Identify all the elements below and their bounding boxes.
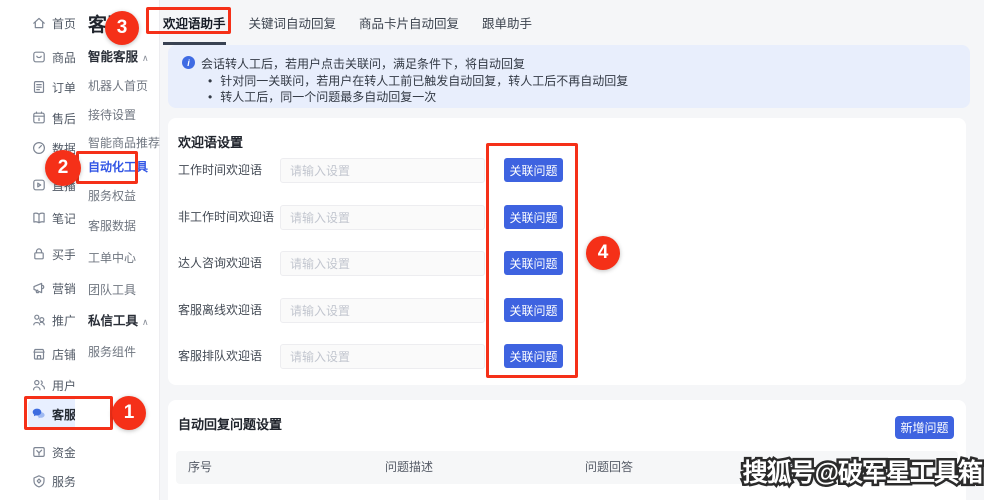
subnav-title: 客服	[88, 10, 126, 37]
subnav-item-ticket-center[interactable]: 工单中心	[88, 247, 136, 269]
sidebar-item-promotion[interactable]: 推广	[0, 307, 75, 333]
subnav-group-smart-service[interactable]: 智能客服∧	[88, 46, 149, 68]
link-question-button[interactable]: 关联问题	[504, 344, 563, 368]
column-header-index: 序号	[188, 451, 212, 484]
sidebar-item-data[interactable]: 数据	[0, 135, 75, 161]
welcome-input-offline[interactable]	[280, 298, 485, 323]
buyer-icon	[31, 246, 47, 262]
welcome-input-queue[interactable]	[280, 344, 485, 369]
sidebar-item-services[interactable]: 服务	[0, 468, 75, 494]
tab-welcome-assistant[interactable]: 欢迎语助手	[163, 0, 226, 45]
orders-icon	[31, 79, 47, 95]
info-banner: i 会话转人工后，若用户点击关联问，满足条件下，将自动回复 •针对同一关联问，若…	[168, 45, 970, 108]
bullet-glyph: •	[208, 90, 212, 104]
bullet-glyph: •	[208, 74, 212, 88]
sidebar-item-funds[interactable]: 资金	[0, 439, 75, 465]
add-question-button[interactable]: 新增问题	[895, 416, 954, 439]
section-title: 欢迎语设置	[178, 132, 243, 151]
link-question-button[interactable]: 关联问题	[504, 158, 563, 182]
welcome-input-working-hours[interactable]	[280, 158, 485, 183]
tabbar: 欢迎语助手 关键词自动回复 商品卡片自动回复 跟单助手	[163, 0, 532, 45]
watermark: 搜狐号@破军星工具箱 搜狐号@破军星工具箱	[743, 453, 982, 489]
sidebar-item-orders[interactable]: 订单	[0, 74, 75, 100]
banner-line: 会话转人工后，若用户点击关联问，满足条件下，将自动回复	[201, 55, 525, 72]
welcome-row: 客服排队欢迎语 关联问题	[168, 344, 966, 369]
home-icon	[31, 15, 47, 31]
welcome-input-nonworking-hours[interactable]	[280, 205, 485, 230]
sidebar-item-goods[interactable]: 商品	[0, 44, 75, 70]
secondary-sidebar: 客服 智能客服∧ 机器人首页 接待设置 智能商品推荐 自动化工具 服务权益 客服…	[75, 0, 160, 500]
welcome-settings-card: 欢迎语设置 工作时间欢迎语 关联问题 非工作时间欢迎语 关联问题 达人咨询欢迎语…	[168, 118, 966, 385]
link-question-button[interactable]: 关联问题	[504, 205, 563, 229]
welcome-row: 客服离线欢迎语 关联问题	[168, 298, 966, 323]
subnav-item-service-data[interactable]: 客服数据	[88, 215, 136, 237]
customer-service-admin-page: { "colors": { "accent_blue": "#3e63e0", …	[0, 0, 984, 500]
main-content: 欢迎语助手 关键词自动回复 商品卡片自动回复 跟单助手 i 会话转人工后，若用户…	[160, 0, 984, 500]
goods-icon	[31, 49, 47, 65]
subnav-item-service-rights[interactable]: 服务权益	[88, 185, 136, 207]
aftersale-icon	[31, 110, 47, 126]
notes-icon	[31, 210, 47, 226]
column-header-question: 问题描述	[385, 451, 433, 484]
link-question-button[interactable]: 关联问题	[504, 251, 563, 275]
sidebar-item-aftersale[interactable]: 售后	[0, 105, 75, 131]
subnav-item-smart-recommend[interactable]: 智能商品推荐	[88, 132, 160, 154]
users-icon	[31, 377, 47, 393]
banner-bullet: •转人工后，同一个问题最多自动回复一次	[208, 88, 436, 105]
sidebar-item-users[interactable]: 用户	[0, 372, 75, 398]
banner-bullet: •针对同一关联问，若用户在转人工前已触发自动回复，转人工后不再自动回复	[208, 72, 628, 89]
row-label: 非工作时间欢迎语	[178, 205, 274, 230]
section-title: 自动回复问题设置	[178, 414, 282, 433]
info-icon: i	[182, 56, 195, 69]
sidebar-item-marketing[interactable]: 营销	[0, 275, 75, 301]
funds-icon	[31, 444, 47, 460]
primary-sidebar: 首页 商品 订单 售后 数据 直播 笔记 买手 营销 推广 店铺	[0, 0, 75, 500]
service-chat-icon	[31, 406, 47, 422]
subnav-item-service-components[interactable]: 服务组件	[88, 341, 136, 363]
promotion-icon	[31, 312, 47, 328]
sidebar-item-live[interactable]: 直播	[0, 172, 75, 198]
tab-product-card-autoreply[interactable]: 商品卡片自动回复	[359, 0, 459, 45]
shop-icon	[31, 346, 47, 362]
services-icon	[31, 473, 47, 489]
link-question-button[interactable]: 关联问题	[504, 298, 563, 322]
welcome-row: 达人咨询欢迎语 关联问题	[168, 251, 966, 276]
tab-keyword-autoreply[interactable]: 关键词自动回复	[249, 0, 337, 45]
live-icon	[31, 177, 47, 193]
welcome-input-influencer[interactable]	[280, 251, 485, 276]
column-header-answer: 问题回答	[585, 451, 633, 484]
welcome-row: 非工作时间欢迎语 关联问题	[168, 205, 966, 230]
row-label: 客服排队欢迎语	[178, 344, 262, 369]
subnav-item-robot-home[interactable]: 机器人首页	[88, 75, 148, 97]
sidebar-item-notes[interactable]: 笔记	[0, 205, 75, 231]
chevron-up-icon: ∧	[142, 53, 149, 63]
marketing-icon	[31, 280, 47, 296]
subnav-item-team-tools[interactable]: 团队工具	[88, 279, 136, 301]
subnav-group-dm-tools[interactable]: 私信工具∧	[88, 310, 149, 332]
sidebar-item-home[interactable]: 首页	[0, 10, 75, 36]
data-icon	[31, 140, 47, 156]
row-label: 客服离线欢迎语	[178, 298, 262, 323]
chevron-up-icon: ∧	[142, 317, 149, 327]
welcome-row: 工作时间欢迎语 关联问题	[168, 158, 966, 183]
row-label: 达人咨询欢迎语	[178, 251, 262, 276]
tab-follow-assistant[interactable]: 跟单助手	[482, 0, 532, 45]
subnav-item-automation-tools[interactable]: 自动化工具	[88, 156, 148, 178]
sidebar-item-buyer[interactable]: 买手	[0, 241, 75, 267]
sidebar-item-shop[interactable]: 店铺	[0, 341, 75, 367]
subnav-item-reception-settings[interactable]: 接待设置	[88, 104, 136, 126]
row-label: 工作时间欢迎语	[178, 158, 262, 183]
